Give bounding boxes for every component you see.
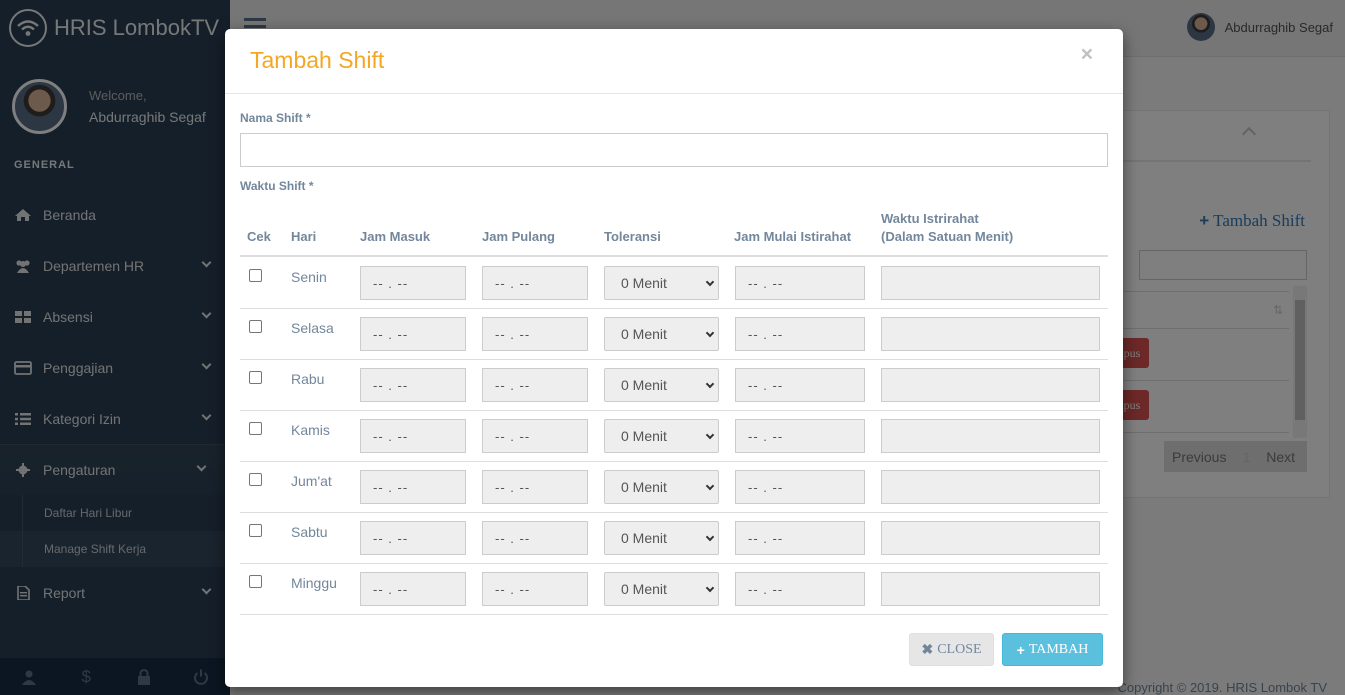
shift-row: Kamis -- . -- -- . -- 0 Menit -- . -- xyxy=(240,411,1108,462)
chevron-down-icon xyxy=(705,532,715,542)
toleransi-select[interactable]: 0 Menit xyxy=(604,521,719,555)
toleransi-value: 0 Menit xyxy=(621,326,667,342)
jam-pulang-input[interactable]: -- . -- xyxy=(482,266,588,300)
close-button[interactable]: ✖ CLOSE xyxy=(909,633,994,666)
col-waktu-istirahat-unit: (Dalam Satuan Menit) xyxy=(881,229,1014,244)
tambah-button-label: TAMBAH xyxy=(1028,641,1089,657)
day-label: Senin xyxy=(291,269,327,285)
jam-mulai-istirahat-input[interactable]: -- . -- xyxy=(735,572,865,606)
waktu-istirahat-input[interactable] xyxy=(881,521,1100,555)
chevron-down-icon xyxy=(705,328,715,338)
waktu-istirahat-input[interactable] xyxy=(881,266,1100,300)
day-checkbox[interactable] xyxy=(249,473,262,486)
close-icon[interactable]: × xyxy=(1081,43,1093,67)
jam-masuk-input[interactable]: -- . -- xyxy=(360,470,466,504)
jam-mulai-istirahat-input[interactable]: -- . -- xyxy=(735,470,865,504)
day-checkbox[interactable] xyxy=(249,320,262,333)
chevron-down-icon xyxy=(705,481,715,491)
chevron-down-icon xyxy=(705,277,715,287)
chevron-down-icon xyxy=(705,430,715,440)
day-label: Kamis xyxy=(291,422,330,438)
day-label: Selasa xyxy=(291,320,334,336)
toleransi-value: 0 Menit xyxy=(621,428,667,444)
toleransi-select[interactable]: 0 Menit xyxy=(604,368,719,402)
waktu-istirahat-input[interactable] xyxy=(881,368,1100,402)
shift-row: Rabu -- . -- -- . -- 0 Menit -- . -- xyxy=(240,360,1108,411)
jam-mulai-istirahat-input[interactable]: -- . -- xyxy=(735,368,865,402)
shift-row: Minggu -- . -- -- . -- 0 Menit -- . -- xyxy=(240,564,1108,615)
modal-title: Tambah Shift xyxy=(250,47,385,73)
col-jam-masuk: Jam Masuk xyxy=(360,229,431,244)
jam-mulai-istirahat-input[interactable]: -- . -- xyxy=(735,419,865,453)
jam-masuk-input[interactable]: -- . -- xyxy=(360,572,466,606)
jam-masuk-input[interactable]: -- . -- xyxy=(360,419,466,453)
plus-icon: + xyxy=(1016,641,1025,658)
shift-row: Sabtu -- . -- -- . -- 0 Menit -- . -- xyxy=(240,513,1108,564)
jam-pulang-input[interactable]: -- . -- xyxy=(482,470,588,504)
jam-masuk-input[interactable]: -- . -- xyxy=(360,266,466,300)
col-jam-pulang: Jam Pulang xyxy=(482,229,555,244)
col-waktu-istirahat: Waktu Istrirahat xyxy=(881,211,979,226)
shift-row: Jum'at -- . -- -- . -- 0 Menit -- . -- xyxy=(240,462,1108,513)
day-checkbox[interactable] xyxy=(249,371,262,384)
toleransi-select[interactable]: 0 Menit xyxy=(604,470,719,504)
waktu-istirahat-input[interactable] xyxy=(881,470,1100,504)
jam-mulai-istirahat-input[interactable]: -- . -- xyxy=(735,521,865,555)
toleransi-value: 0 Menit xyxy=(621,377,667,393)
day-label: Jum'at xyxy=(291,473,332,489)
toleransi-value: 0 Menit xyxy=(621,479,667,495)
waktu-istirahat-input[interactable] xyxy=(881,317,1100,351)
jam-masuk-input[interactable]: -- . -- xyxy=(360,317,466,351)
toleransi-select[interactable]: 0 Menit xyxy=(604,266,719,300)
jam-pulang-input[interactable]: -- . -- xyxy=(482,368,588,402)
toleransi-value: 0 Menit xyxy=(621,275,667,291)
day-checkbox[interactable] xyxy=(249,575,262,588)
shift-row: Selasa -- . -- -- . -- 0 Menit -- . -- xyxy=(240,309,1108,360)
nama-shift-label: Nama Shift * xyxy=(240,111,311,125)
jam-pulang-input[interactable]: -- . -- xyxy=(482,572,588,606)
waktu-shift-label: Waktu Shift * xyxy=(240,179,314,193)
day-checkbox[interactable] xyxy=(249,422,262,435)
toleransi-value: 0 Menit xyxy=(621,530,667,546)
toleransi-select[interactable]: 0 Menit xyxy=(604,317,719,351)
day-label: Minggu xyxy=(291,575,337,591)
jam-pulang-input[interactable]: -- . -- xyxy=(482,419,588,453)
close-button-label: CLOSE xyxy=(937,641,982,657)
chevron-down-icon xyxy=(705,379,715,389)
close-icon: ✖ xyxy=(921,641,934,657)
toleransi-value: 0 Menit xyxy=(621,581,667,597)
waktu-istirahat-input[interactable] xyxy=(881,572,1100,606)
jam-mulai-istirahat-input[interactable]: -- . -- xyxy=(735,317,865,351)
day-checkbox[interactable] xyxy=(249,524,262,537)
toleransi-select[interactable]: 0 Menit xyxy=(604,419,719,453)
nama-shift-input[interactable] xyxy=(240,133,1108,167)
col-cek: Cek xyxy=(247,229,271,244)
day-checkbox[interactable] xyxy=(249,269,262,282)
shift-row: Senin -- . -- -- . -- 0 Menit -- . -- xyxy=(240,258,1108,309)
tambah-shift-modal: Tambah Shift × Nama Shift * Waktu Shift … xyxy=(225,29,1123,687)
waktu-istirahat-input[interactable] xyxy=(881,419,1100,453)
toleransi-select[interactable]: 0 Menit xyxy=(604,572,719,606)
chevron-down-icon xyxy=(705,583,715,593)
jam-masuk-input[interactable]: -- . -- xyxy=(360,368,466,402)
col-toleransi: Toleransi xyxy=(604,229,661,244)
jam-pulang-input[interactable]: -- . -- xyxy=(482,521,588,555)
col-hari: Hari xyxy=(291,229,317,244)
jam-masuk-input[interactable]: -- . -- xyxy=(360,521,466,555)
tambah-button[interactable]: + TAMBAH xyxy=(1002,633,1103,666)
col-jam-mulai-istirahat: Jam Mulai Istirahat xyxy=(734,229,852,244)
jam-pulang-input[interactable]: -- . -- xyxy=(482,317,588,351)
modal-header: Tambah Shift × xyxy=(225,29,1123,94)
day-label: Rabu xyxy=(291,371,325,387)
jam-mulai-istirahat-input[interactable]: -- . -- xyxy=(735,266,865,300)
day-label: Sabtu xyxy=(291,524,328,540)
